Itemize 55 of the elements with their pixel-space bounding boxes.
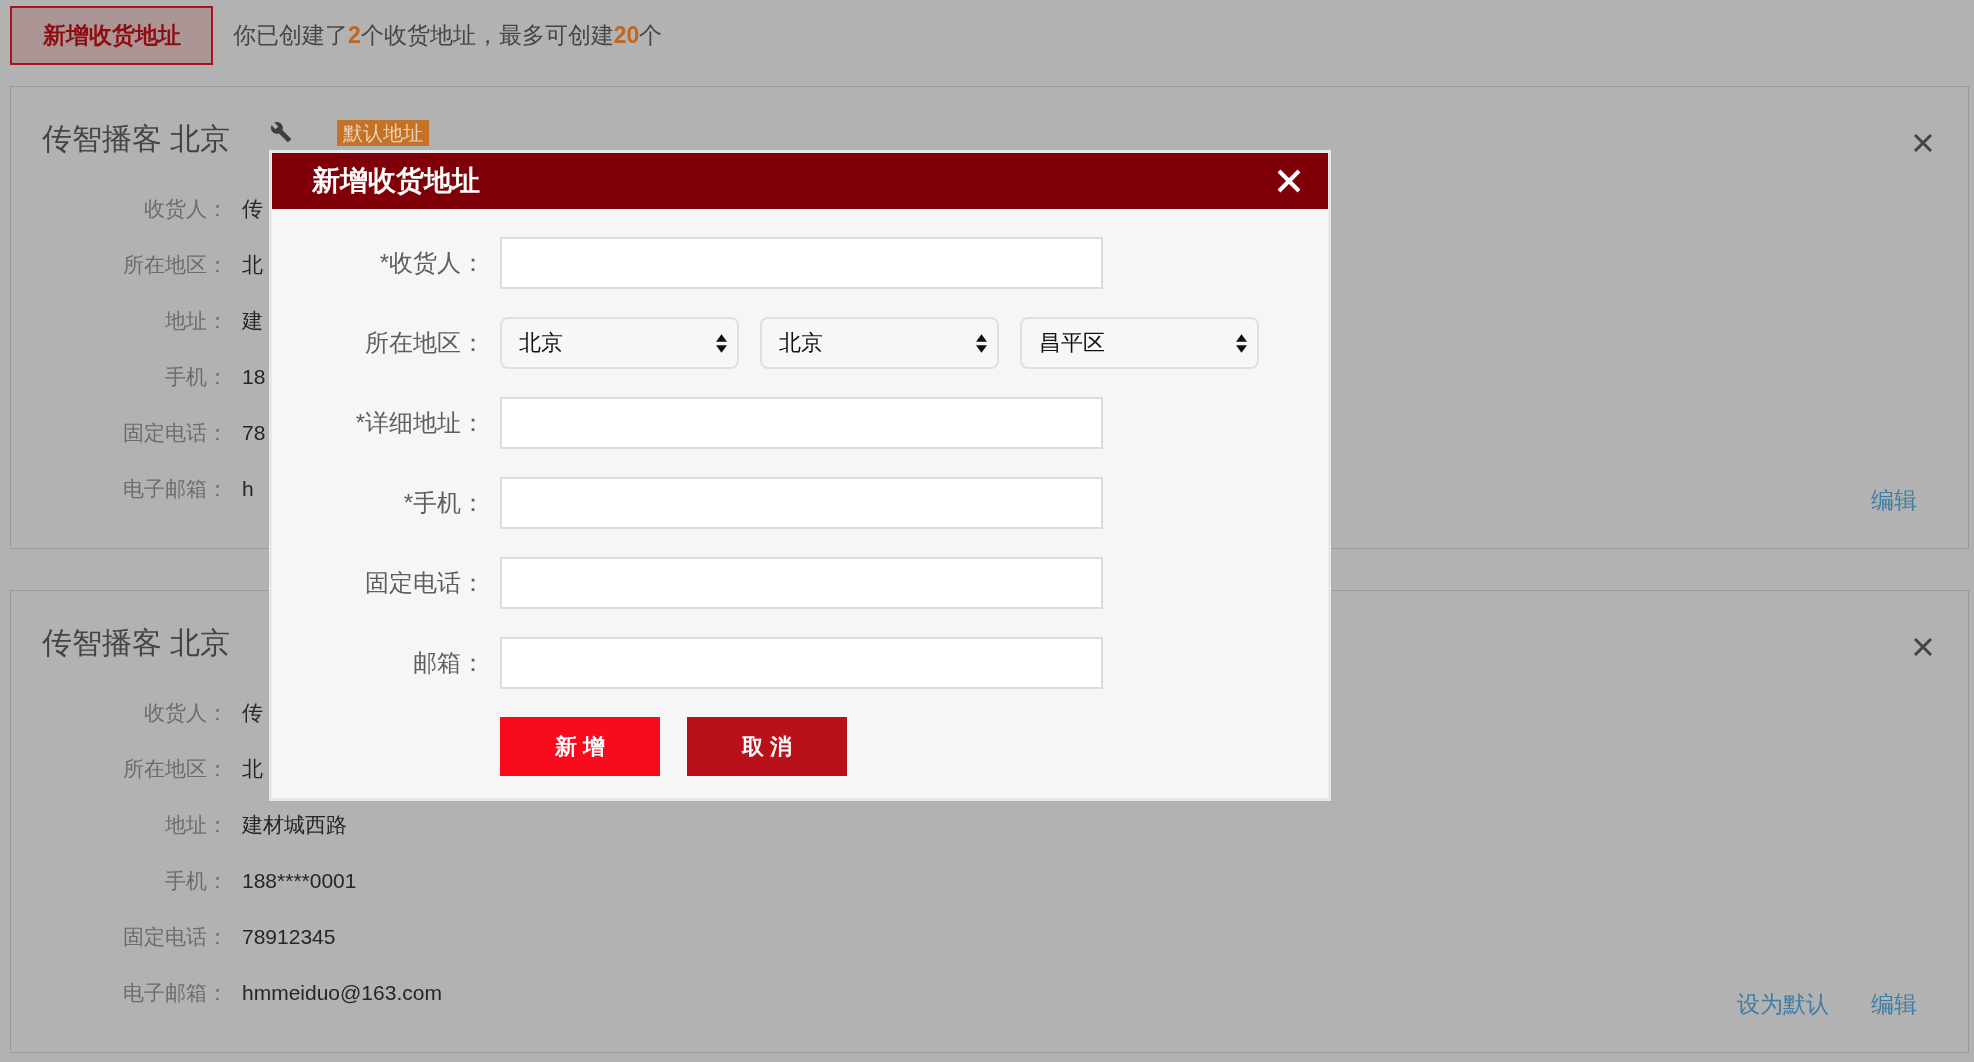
field-label: 所在地区： (123, 253, 228, 277)
add-button[interactable]: 新 增 (500, 717, 660, 776)
default-badge: 默认地址 (337, 120, 430, 146)
address-title: 传智播客 北京 (42, 625, 231, 661)
address-action-link[interactable]: 设为默认 (1737, 993, 1829, 1016)
form-label: *手机： (403, 489, 485, 516)
field-value: 78 (242, 420, 266, 447)
field-value: 传 (242, 700, 263, 727)
select-dropdown[interactable]: 北京 (500, 317, 739, 369)
address-action-link[interactable]: 编辑 (1871, 489, 1917, 512)
field-value: h (242, 476, 254, 503)
text-input[interactable] (500, 477, 1103, 529)
field-label: 地址： (165, 813, 228, 837)
field-label: 手机： (165, 869, 228, 893)
text-input[interactable] (500, 637, 1103, 689)
add-address-button[interactable]: 新增收货地址 (10, 6, 213, 65)
updown-arrow-icon (1236, 333, 1247, 353)
form-label: 所在地区： (365, 329, 485, 356)
field-label: 固定电话： (123, 421, 228, 445)
text-input[interactable] (500, 397, 1103, 449)
field-value: 78912345 (242, 924, 336, 951)
field-label: 收货人： (144, 701, 228, 725)
form-label: *收货人： (379, 249, 485, 276)
wrench-icon[interactable] (270, 121, 293, 143)
field-value: hmmeiduo@163.com (242, 980, 442, 1007)
cancel-button[interactable]: 取 消 (687, 717, 847, 776)
address-title: 传智播客 北京 (42, 121, 231, 157)
address-action-link[interactable]: 编辑 (1871, 993, 1917, 1016)
field-value: 188****0001 (242, 868, 357, 895)
form-label: 固定电话： (365, 569, 485, 596)
form-label: 邮箱： (413, 649, 485, 676)
close-icon[interactable] (1913, 133, 1933, 153)
field-value: 北 (242, 252, 263, 279)
select-dropdown[interactable]: 昌平区 (1020, 317, 1259, 369)
field-value: 建材城西路 (242, 812, 347, 839)
updown-arrow-icon (716, 333, 727, 353)
field-label: 固定电话： (123, 925, 228, 949)
select-dropdown[interactable]: 北京 (760, 317, 999, 369)
text-input[interactable] (500, 237, 1103, 289)
field-label: 收货人： (144, 197, 228, 221)
field-value: 北 (242, 756, 263, 783)
field-label: 地址： (165, 309, 228, 333)
field-value: 传 (242, 196, 263, 223)
field-label: 手机： (165, 365, 228, 389)
field-value: 建 (242, 308, 263, 335)
updown-arrow-icon (976, 333, 987, 353)
dialog-title: 新增收货地址 (312, 164, 480, 198)
field-value: 18 (242, 364, 266, 391)
field-label: 电子邮箱： (123, 981, 228, 1005)
close-icon[interactable] (1913, 637, 1933, 657)
address-summary: 你已创建了2个收货地址，最多可创建20个 (233, 21, 663, 50)
field-label: 所在地区： (123, 757, 228, 781)
field-label: 电子邮箱： (123, 477, 228, 501)
form-label: *详细地址： (355, 409, 485, 436)
text-input[interactable] (500, 557, 1103, 609)
